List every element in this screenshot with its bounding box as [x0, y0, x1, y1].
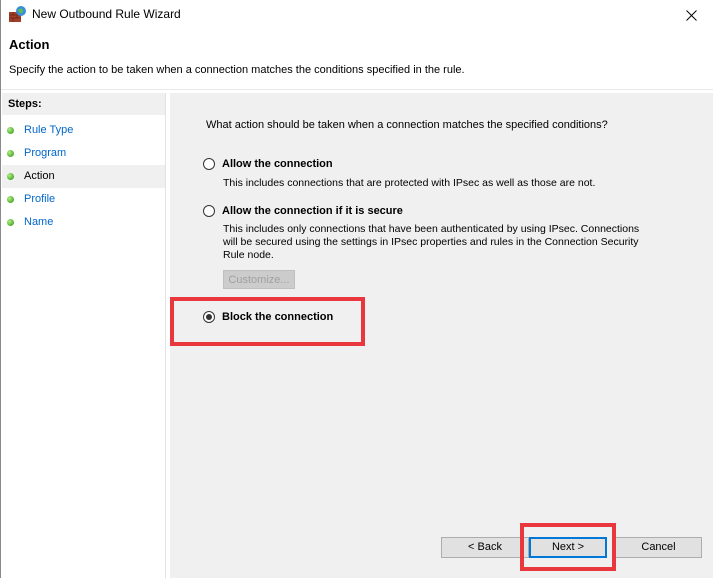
- cancel-button[interactable]: Cancel: [615, 537, 702, 558]
- step-pending-icon: [7, 219, 14, 226]
- customize-button: Customize...: [223, 270, 295, 289]
- step-label: Program: [24, 147, 67, 159]
- allow-connection-label[interactable]: Allow the connection: [222, 158, 333, 170]
- header-divider: [1, 89, 713, 90]
- allow-secure-description: This includes only connections that have…: [223, 223, 640, 261]
- step-name[interactable]: Name: [2, 211, 165, 234]
- step-action[interactable]: Action: [2, 165, 165, 188]
- wizard-window: New Outbound Rule Wizard Action Specify …: [0, 0, 713, 578]
- step-program[interactable]: Program: [2, 142, 165, 165]
- block-connection-label[interactable]: Block the connection: [222, 311, 333, 323]
- allow-connection-description: This includes connections that are prote…: [223, 177, 596, 189]
- step-label: Profile: [24, 193, 56, 205]
- step-complete-icon: [7, 127, 14, 134]
- title-bar: New Outbound Rule Wizard: [1, 0, 713, 30]
- step-rule-type[interactable]: Rule Type: [2, 119, 165, 142]
- main-panel: What action should be taken when a conne…: [170, 93, 713, 578]
- step-pending-icon: [7, 196, 14, 203]
- steps-heading-label: Steps:: [8, 98, 42, 110]
- allow-connection-radio[interactable]: [203, 158, 215, 170]
- firewall-globe-icon: [9, 6, 26, 22]
- step-complete-icon: [7, 150, 14, 157]
- steps-panel: Steps: Rule Type Program Action Profile …: [2, 93, 166, 578]
- step-profile[interactable]: Profile: [2, 188, 165, 211]
- page-title: Action: [9, 37, 50, 52]
- step-label: Rule Type: [24, 124, 74, 136]
- step-label: Name: [24, 216, 54, 228]
- page-description: Specify the action to be taken when a co…: [9, 64, 465, 76]
- back-button[interactable]: < Back: [441, 537, 529, 558]
- action-question: What action should be taken when a conne…: [206, 119, 608, 131]
- close-button[interactable]: [668, 0, 713, 30]
- window-title: New Outbound Rule Wizard: [32, 7, 181, 21]
- allow-secure-radio[interactable]: [203, 205, 215, 217]
- steps-heading: Steps:: [2, 93, 165, 115]
- step-label: Action: [24, 170, 55, 182]
- allow-secure-label[interactable]: Allow the connection if it is secure: [222, 205, 403, 217]
- step-current-icon: [7, 173, 14, 180]
- close-icon: [685, 9, 697, 21]
- next-button[interactable]: Next >: [529, 537, 607, 558]
- block-connection-radio[interactable]: [203, 311, 215, 323]
